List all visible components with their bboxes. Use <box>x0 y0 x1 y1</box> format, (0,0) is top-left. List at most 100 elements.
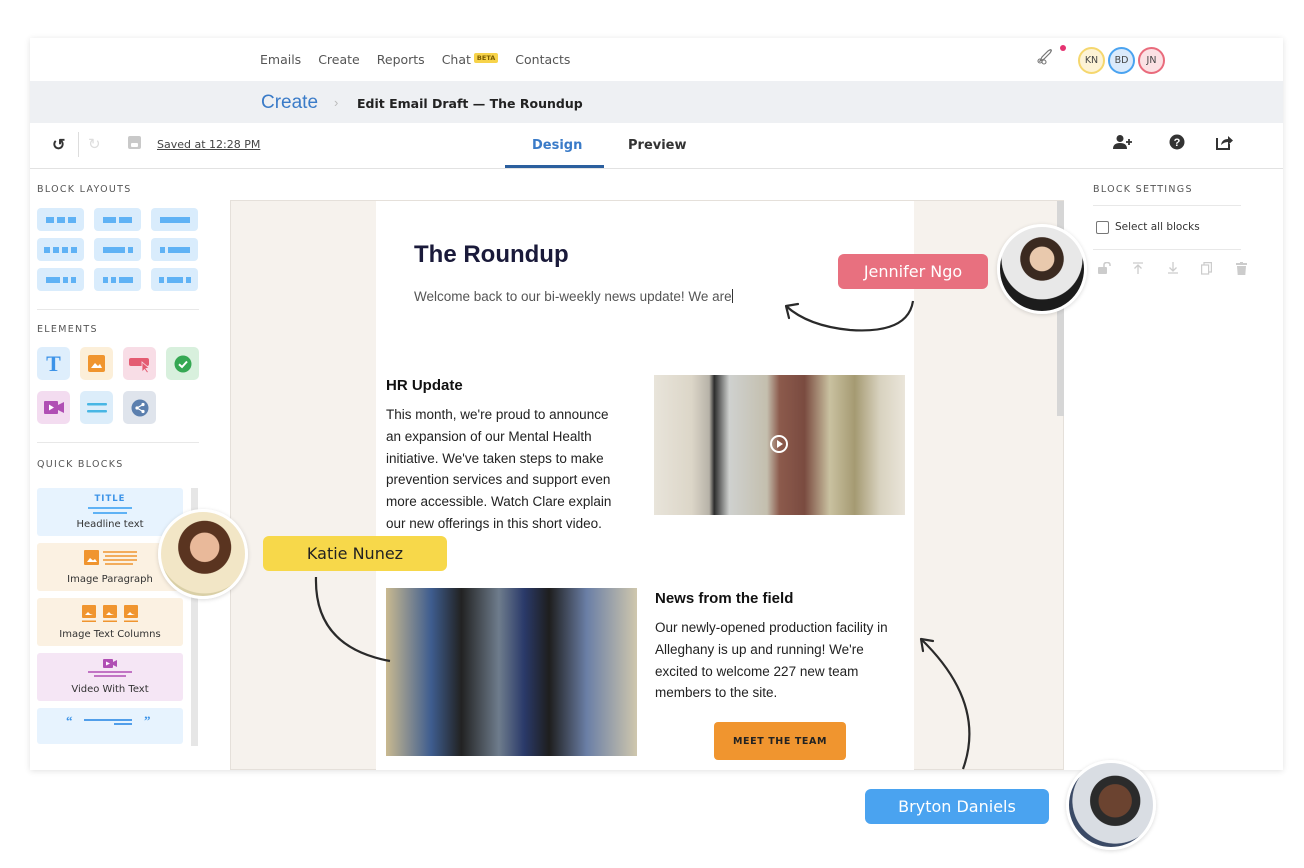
email-intro[interactable]: Welcome back to our bi-weekly news updat… <box>414 289 733 304</box>
layout-four-equal[interactable] <box>37 238 84 261</box>
help-icon[interactable]: ? <box>1169 134 1185 155</box>
text-cursor <box>731 289 733 303</box>
hr-update-heading[interactable]: HR Update <box>386 377 463 394</box>
element-divider[interactable] <box>80 391 113 424</box>
page-title: Edit Email Draft — The Roundup <box>357 96 583 111</box>
quick-block-video-text[interactable]: Video With Text <box>37 653 183 701</box>
nav-chat-label: Chat <box>441 52 471 67</box>
move-bottom-icon[interactable] <box>1168 262 1178 277</box>
button-cursor-icon <box>128 357 150 373</box>
meet-the-team-button[interactable]: MEET THE TEAM <box>714 722 846 760</box>
delete-icon[interactable] <box>1236 262 1247 278</box>
avatar-kn[interactable]: KN <box>1078 47 1105 74</box>
news-field-paragraph[interactable]: Our newly-opened production facility in … <box>655 617 888 704</box>
undo-icon[interactable]: ↺ <box>52 135 65 155</box>
toolbar-divider <box>78 132 79 157</box>
layout-narrow-wide[interactable] <box>151 238 198 261</box>
tab-design[interactable]: Design <box>532 138 582 153</box>
avatar-bryton-daniels <box>1066 760 1156 850</box>
layout-wide-narrow[interactable] <box>94 238 141 261</box>
collaborator-tag-jennifer: Jennifer Ngo <box>838 254 988 289</box>
select-all-checkbox[interactable] <box>1096 221 1109 234</box>
nav-reports[interactable]: Reports <box>377 52 425 67</box>
nav-links: Emails Create Reports Chat BETA Contacts <box>260 52 587 67</box>
nav-chat[interactable]: Chat BETA <box>442 52 499 67</box>
collaborator-avatars: KN BD JN <box>1078 47 1165 74</box>
quick-block-image-text-columns[interactable]: Image Text Columns <box>37 598 183 646</box>
save-icon[interactable] <box>128 136 141 149</box>
svg-text:”: ” <box>144 714 151 728</box>
text-icon: T <box>46 350 61 376</box>
block-layouts-grid <box>37 208 198 291</box>
hr-video-thumbnail[interactable] <box>654 375 905 515</box>
video-icon <box>43 401 64 414</box>
redo-icon[interactable]: ↻ <box>88 135 101 153</box>
unlock-icon[interactable] <box>1098 261 1112 277</box>
element-video[interactable] <box>37 391 70 424</box>
section-divider <box>1093 205 1241 206</box>
hr-update-paragraph[interactable]: This month, we're proud to announce an e… <box>386 404 611 535</box>
breadcrumb-root[interactable]: Create <box>261 92 318 114</box>
layout-single[interactable] <box>151 208 198 231</box>
annotation-arrow-jennifer <box>784 300 915 332</box>
tab-preview[interactable]: Preview <box>628 138 687 153</box>
add-user-icon[interactable] <box>1113 134 1133 155</box>
news-field-heading[interactable]: News from the field <box>655 590 793 607</box>
svg-text:“: “ <box>66 714 73 728</box>
share-icon[interactable] <box>1216 134 1234 155</box>
nav-emails[interactable]: Emails <box>260 52 301 67</box>
collaborator-tag-katie: Katie Nunez <box>263 536 447 571</box>
play-icon[interactable] <box>770 435 788 453</box>
paragraph-line: prevention services and support even <box>386 472 611 488</box>
annotation-arrow-bryton <box>919 637 971 770</box>
top-nav: Emails Create Reports Chat BETA Contacts … <box>30 38 1283 81</box>
breadcrumb: Create › Edit Email Draft — The Roundup <box>30 81 1283 123</box>
duplicate-icon[interactable] <box>1201 262 1212 278</box>
element-image[interactable] <box>80 347 113 380</box>
notification-dot <box>1060 45 1066 51</box>
paragraph-line: initiative. We've taken steps to make <box>386 450 604 466</box>
section-divider <box>37 442 199 443</box>
paragraph-line: Our newly-opened production facility in <box>655 620 888 635</box>
avatar-initials: KN <box>1084 55 1099 66</box>
block-layouts-title: BLOCK LAYOUTS <box>37 184 132 195</box>
avatar-bd[interactable]: BD <box>1108 47 1135 74</box>
layout-two-equal[interactable] <box>94 208 141 231</box>
email-editor-app: Emails Create Reports Chat BETA Contacts … <box>30 38 1283 770</box>
element-text[interactable]: T <box>37 347 70 380</box>
video-text-icon <box>88 659 132 677</box>
factory-photo[interactable] <box>386 588 637 756</box>
avatar-initials: BD <box>1114 55 1129 66</box>
avatar-katie-nunez <box>158 509 248 599</box>
paragraph-line: an expansion of our Mental Health <box>386 428 592 444</box>
nav-contacts[interactable]: Contacts <box>515 52 570 67</box>
move-top-icon[interactable] <box>1133 262 1143 277</box>
quick-block-label: Image Paragraph <box>67 574 153 585</box>
avatar-jn[interactable]: JN <box>1138 47 1165 74</box>
active-tab-indicator <box>505 165 604 168</box>
quick-blocks-title: QUICK BLOCKS <box>37 459 124 470</box>
email-intro-text: Welcome back to our bi-weekly news updat… <box>414 289 732 304</box>
element-button[interactable] <box>123 347 156 380</box>
checkmark-icon <box>174 355 191 372</box>
annotation-arrow-katie <box>314 576 391 663</box>
layout-two-narrow-wide[interactable] <box>94 268 141 291</box>
block-settings-title: BLOCK SETTINGS <box>1093 184 1193 195</box>
saved-status-link[interactable]: Saved at 12:28 PM <box>157 138 260 151</box>
rocket-icon[interactable] <box>1036 47 1054 69</box>
share-circle-icon <box>131 399 148 416</box>
email-title[interactable]: The Roundup <box>414 241 569 269</box>
image-columns-icon <box>82 605 138 622</box>
svg-text:?: ? <box>1174 137 1181 149</box>
title-underline-icon <box>88 507 132 509</box>
layout-wide-two-narrow[interactable] <box>37 268 84 291</box>
quick-block-headline[interactable]: TITLE Headline text <box>37 488 183 536</box>
element-checkmark[interactable] <box>166 347 199 380</box>
quick-block-quote[interactable]: “” <box>37 708 183 744</box>
layout-three-equal[interactable] <box>37 208 84 231</box>
element-social-share[interactable] <box>123 391 156 424</box>
paragraph-line: This month, we're proud to announce <box>386 407 609 422</box>
layout-narrow-wide-narrow[interactable] <box>151 268 198 291</box>
breadcrumb-separator: › <box>334 95 339 110</box>
nav-create[interactable]: Create <box>318 52 360 67</box>
